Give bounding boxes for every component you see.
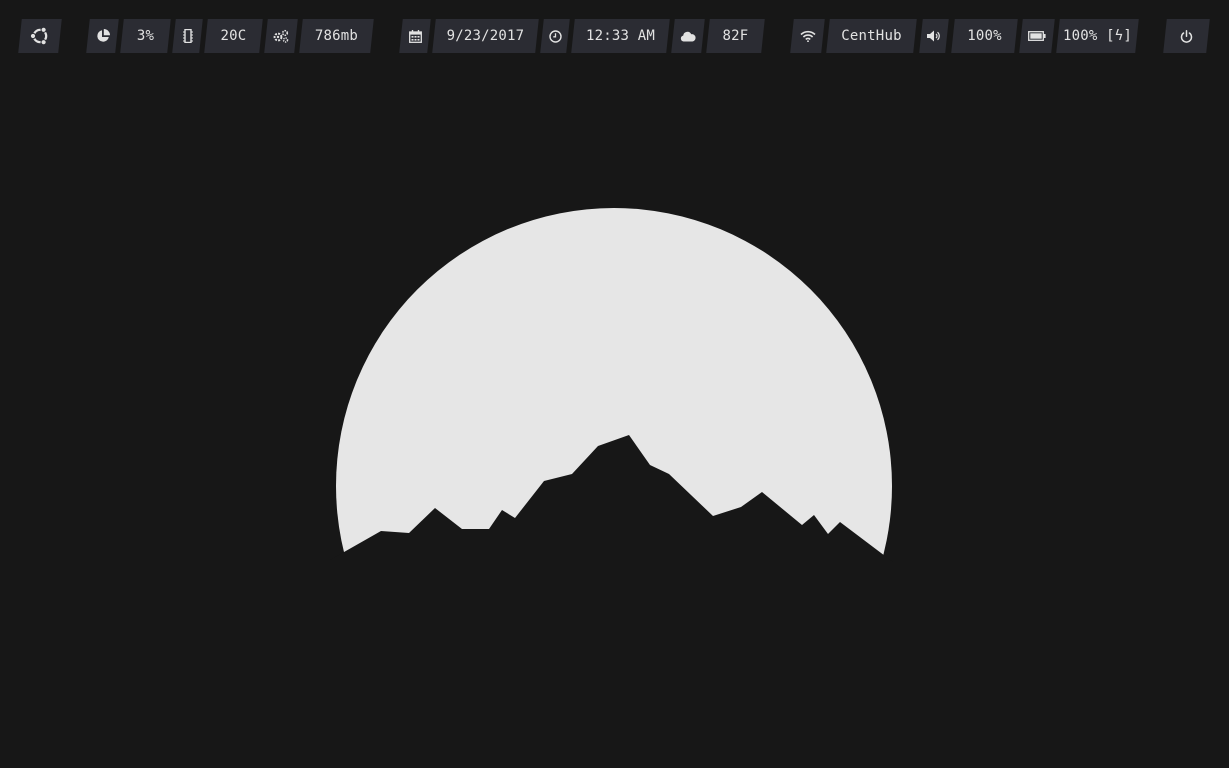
- power-icon: [1180, 29, 1193, 43]
- volume-value: 100%: [967, 28, 1002, 44]
- date-value: 9/23/2017: [446, 28, 525, 44]
- battery-icon: [1028, 31, 1046, 41]
- battery-value: 100% [ϟ]: [1062, 28, 1133, 44]
- network-widget[interactable]: CentHub: [828, 19, 915, 53]
- weather-value: 82F: [722, 28, 749, 44]
- gears-icon: [273, 29, 289, 43]
- pie-chart-icon: [96, 29, 110, 43]
- chip-icon: [182, 29, 193, 43]
- speaker-icon: [927, 30, 941, 42]
- network-icon-segment[interactable]: [792, 19, 823, 53]
- calendar-icon: [408, 29, 422, 43]
- wifi-icon: [799, 30, 816, 42]
- temperature-value: 20C: [220, 28, 247, 44]
- volume-widget[interactable]: 100%: [953, 19, 1016, 53]
- volume-icon-segment[interactable]: [921, 19, 947, 53]
- battery-icon-segment[interactable]: [1021, 19, 1053, 53]
- cpu-usage-value: 3%: [136, 28, 155, 44]
- time-icon-segment[interactable]: [542, 19, 568, 53]
- desktop: 3% 20C 786mb 9/23/2017 12:33 AM 82F Cent…: [0, 0, 1229, 768]
- time-value: 12:33 AM: [585, 28, 656, 44]
- memory-widget[interactable]: 786mb: [301, 19, 372, 53]
- weather-icon-segment[interactable]: [673, 19, 703, 53]
- date-widget[interactable]: 9/23/2017: [434, 19, 537, 53]
- cloud-icon: [680, 30, 696, 42]
- network-ssid: CentHub: [841, 28, 902, 44]
- weather-widget[interactable]: 82F: [708, 19, 763, 53]
- power-button[interactable]: [1165, 19, 1208, 53]
- cpu-usage-widget[interactable]: 3%: [122, 19, 169, 53]
- moon-mountain-wallpaper: [330, 208, 893, 768]
- memory-value: 786mb: [314, 28, 359, 44]
- memory-icon-segment[interactable]: [266, 19, 296, 53]
- temperature-icon-segment[interactable]: [174, 19, 201, 53]
- cpu-icon-segment[interactable]: [88, 19, 117, 53]
- temperature-widget[interactable]: 20C: [206, 19, 261, 53]
- launcher-button[interactable]: [20, 19, 60, 53]
- clock-icon: [548, 29, 562, 43]
- battery-widget[interactable]: 100% [ϟ]: [1058, 19, 1137, 53]
- date-icon-segment[interactable]: [401, 19, 429, 53]
- time-widget[interactable]: 12:33 AM: [573, 19, 668, 53]
- ubuntu-logo-icon: [29, 25, 51, 47]
